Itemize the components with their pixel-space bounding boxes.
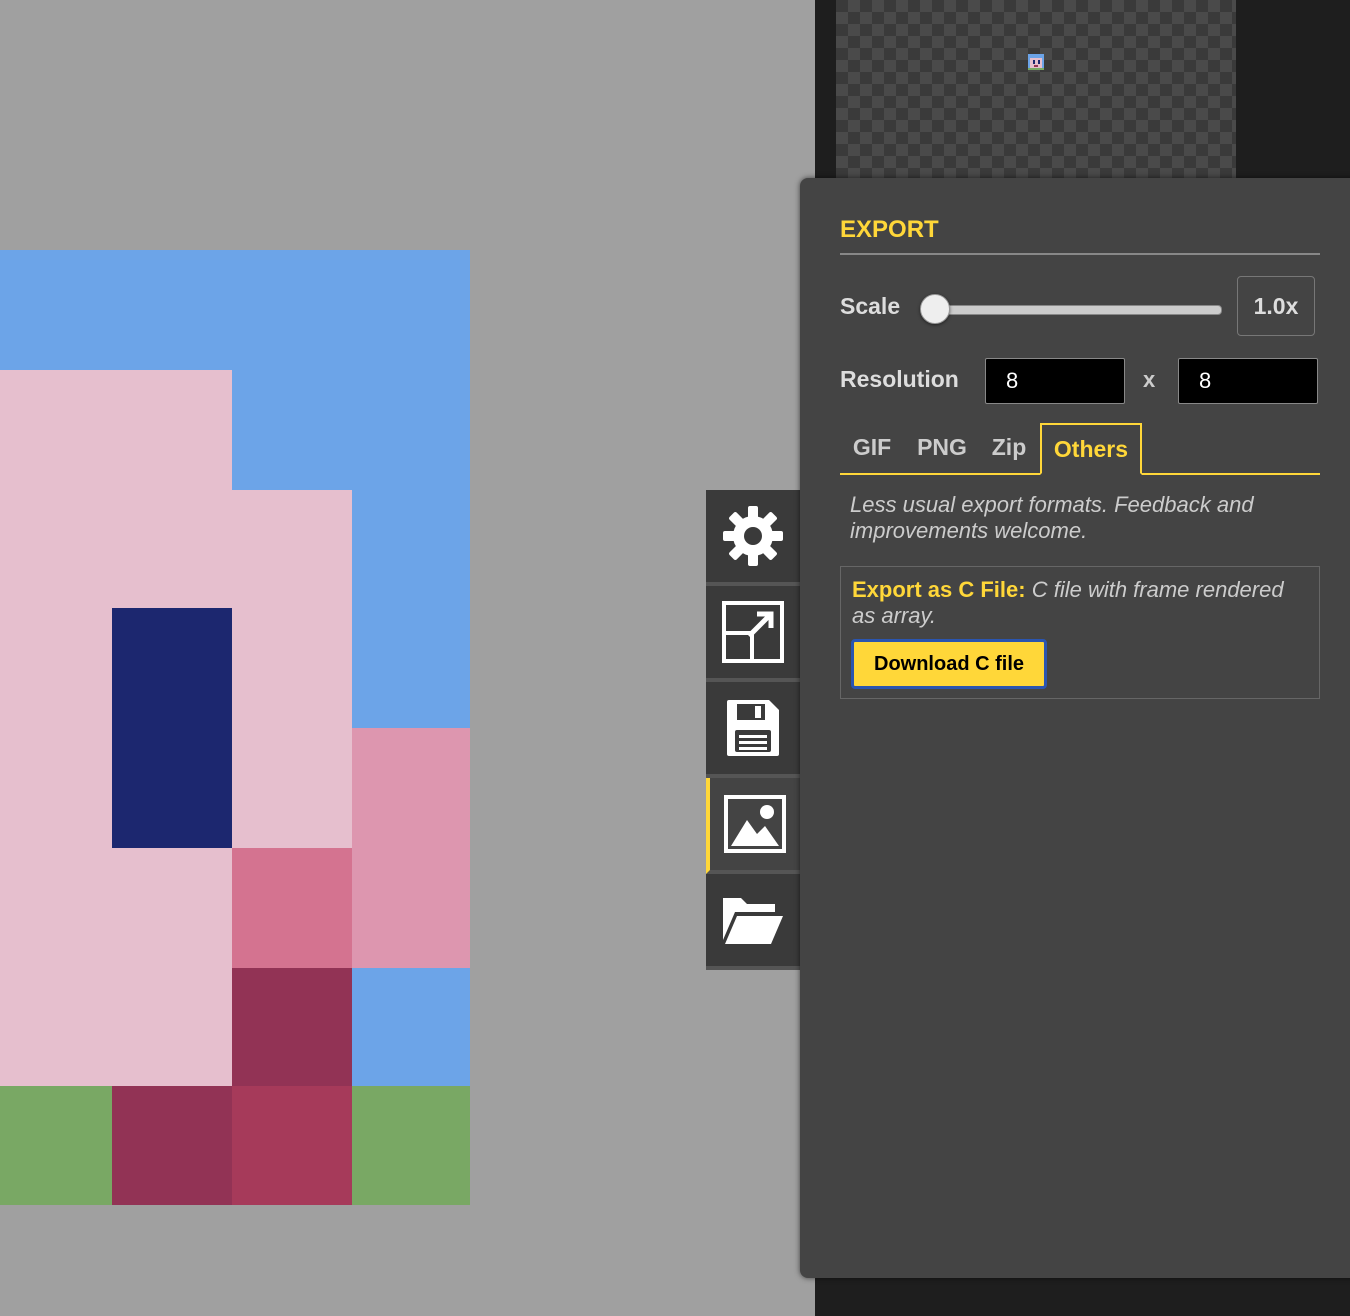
tab-export[interactable] xyxy=(706,778,800,874)
download-c-file-button[interactable]: Download C file xyxy=(851,639,1047,689)
c-export-section: Export as C File: C file with frame rend… xyxy=(840,566,1320,699)
scale-value: 1.0x xyxy=(1237,276,1315,336)
tab-description: Less usual export formats. Feedback and … xyxy=(850,492,1254,543)
resolution-width-input[interactable] xyxy=(985,358,1125,404)
pixel xyxy=(232,1086,352,1205)
resolution-label: Resolution xyxy=(840,366,959,392)
export-panel: EXPORT Scale 1.0x Resolution x GIF PNG Z… xyxy=(800,178,1350,1278)
panel-title: EXPORT xyxy=(840,216,939,243)
pixel xyxy=(0,1086,112,1205)
pixel xyxy=(232,848,352,968)
minimap-preview[interactable] xyxy=(836,0,1236,178)
pixel xyxy=(352,968,470,1086)
pixel xyxy=(232,608,352,848)
gear-icon xyxy=(721,504,785,568)
tab-zip[interactable]: Zip xyxy=(984,423,1034,471)
image-icon xyxy=(723,794,787,854)
pixel xyxy=(0,728,112,848)
c-export-description: Export as C File: C file with frame rend… xyxy=(852,577,1292,629)
pixel xyxy=(112,1086,232,1205)
export-format-tabs: GIF PNG Zip Others xyxy=(840,423,1320,475)
save-icon xyxy=(725,698,781,758)
pixel xyxy=(0,608,112,728)
pixel xyxy=(232,370,470,490)
folder-open-icon xyxy=(721,894,785,946)
tab-resize[interactable] xyxy=(706,586,800,682)
resolution-height-input[interactable] xyxy=(1178,358,1318,404)
pixel xyxy=(232,968,352,1086)
resize-icon xyxy=(721,600,785,664)
drawing-workspace[interactable] xyxy=(0,0,815,1316)
pixel xyxy=(0,250,470,370)
pixel xyxy=(352,1086,470,1205)
tab-png[interactable]: PNG xyxy=(908,423,976,471)
pixel xyxy=(352,490,470,608)
pixel xyxy=(0,848,232,968)
tab-others[interactable]: Others xyxy=(1040,423,1142,475)
tab-settings[interactable] xyxy=(706,490,800,586)
c-export-title: Export as C File: xyxy=(852,577,1026,602)
title-divider xyxy=(840,253,1320,255)
pixel xyxy=(112,608,232,848)
scale-label: Scale xyxy=(840,293,901,319)
scale-slider-thumb[interactable] xyxy=(920,294,950,324)
tab-import[interactable] xyxy=(706,874,800,970)
pixel-canvas[interactable] xyxy=(0,250,470,1205)
tab-save[interactable] xyxy=(706,682,800,778)
scale-slider-track[interactable] xyxy=(930,305,1222,315)
pixel xyxy=(352,608,470,728)
minimap-sprite xyxy=(1028,54,1044,70)
tab-gif[interactable]: GIF xyxy=(840,423,904,471)
pixel xyxy=(352,728,470,968)
pixel xyxy=(0,968,232,1086)
pixel xyxy=(0,370,232,490)
resolution-separator: x xyxy=(1143,367,1156,392)
pixel xyxy=(0,490,352,608)
side-tab-bar xyxy=(706,490,800,970)
